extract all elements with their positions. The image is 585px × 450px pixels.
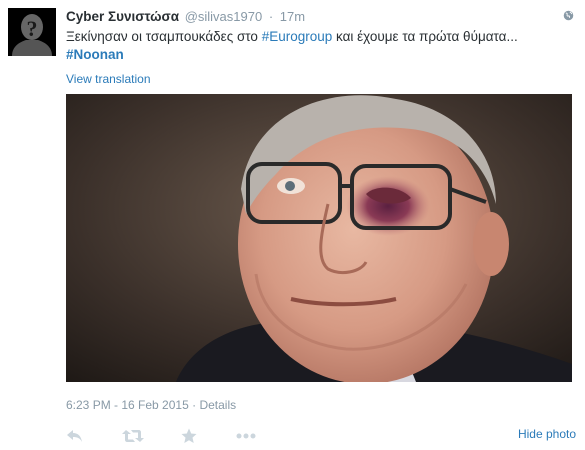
retweet-icon <box>122 430 144 442</box>
tweet-text: Ξεκίνησαν οι τσαμπουκάδες στο #Eurogroup… <box>66 28 571 64</box>
globe-icon[interactable] <box>563 10 574 21</box>
tweet-text-part2: και έχουμε τα πρώτα θύματα... <box>332 29 518 44</box>
meta-separator: · <box>192 398 197 412</box>
hashtag-noonan[interactable]: #Noonan <box>66 47 124 62</box>
tweet-time[interactable]: 17m <box>280 9 305 24</box>
tweet-photo[interactable] <box>66 94 572 382</box>
tweet-text-part1: Ξεκίνησαν οι τσαμπουκάδες στο <box>66 29 262 44</box>
user-handle[interactable]: @silivas1970 <box>185 9 263 24</box>
tweet-content: Cyber Συνιστώσα @silivas1970 · 17m Ξεκίν… <box>66 8 574 87</box>
header-separator: · <box>268 9 274 24</box>
hashtag-eurogroup[interactable]: #Eurogroup <box>262 29 333 44</box>
avatar-silhouette-icon: ? <box>8 8 56 56</box>
star-icon <box>181 428 197 443</box>
tweet-actions: Hide photo <box>66 426 576 448</box>
view-translation-link[interactable]: View translation <box>66 71 571 87</box>
avatar[interactable]: ? <box>8 8 56 56</box>
tweet-timestamp[interactable]: 6:23 PM - 16 Feb 2015 <box>66 398 189 412</box>
svg-text:?: ? <box>27 16 38 41</box>
user-fullname[interactable]: Cyber Συνιστώσα <box>66 9 179 24</box>
more-button[interactable] <box>236 426 256 446</box>
photo-image <box>66 94 572 382</box>
more-icon <box>236 433 256 439</box>
tweet-meta: 6:23 PM - 16 Feb 2015 · Details <box>66 398 236 412</box>
hide-photo-link[interactable]: Hide photo <box>518 426 576 442</box>
favorite-button[interactable] <box>181 426 197 446</box>
reply-button[interactable] <box>66 426 84 446</box>
details-link[interactable]: Details <box>199 398 236 412</box>
tweet-card: ? Cyber Συνιστώσα @silivas1970 · 17m Ξεκ… <box>0 0 585 450</box>
retweet-button[interactable] <box>122 426 144 446</box>
tweet-header: Cyber Συνιστώσα @silivas1970 · 17m <box>66 8 571 26</box>
reply-icon <box>67 430 82 442</box>
